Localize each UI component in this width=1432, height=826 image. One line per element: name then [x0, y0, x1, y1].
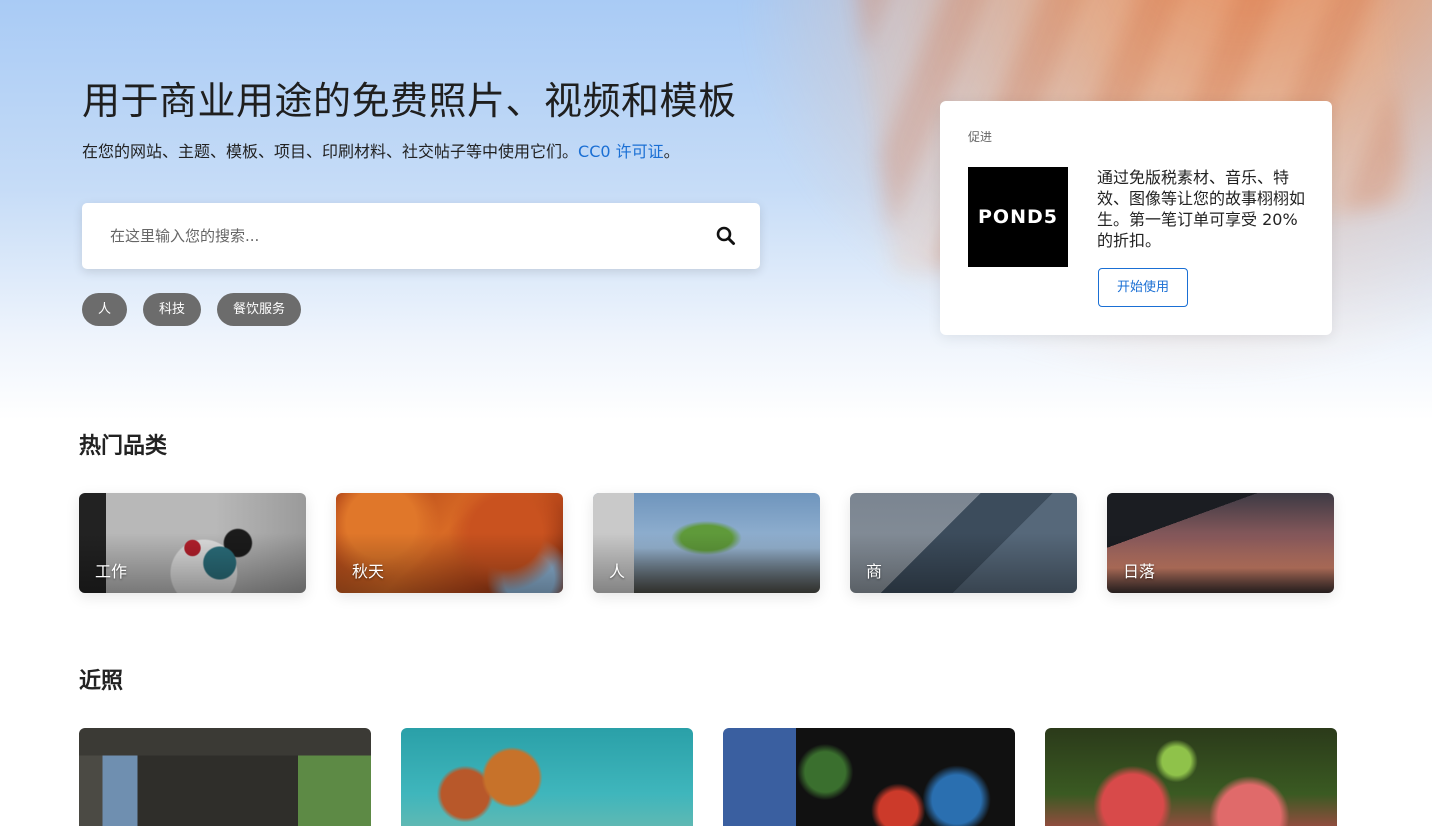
category-row: 工作 秋天 人 商 日落	[79, 493, 1334, 593]
search-button[interactable]	[714, 224, 738, 248]
recent-photo-fabrics[interactable]	[723, 728, 1015, 826]
category-label: 人	[609, 562, 626, 581]
license-link[interactable]: CC0 许可证	[578, 142, 664, 161]
category-card-people[interactable]: 人	[593, 493, 820, 593]
promo-label: 促进	[968, 130, 993, 144]
hero-subtitle-end: 。	[663, 142, 680, 161]
tag-chips: 人 科技 餐饮服务	[82, 293, 302, 326]
chip-food-service[interactable]: 餐饮服务	[217, 293, 302, 326]
search-bar	[82, 203, 760, 269]
chip-people[interactable]: 人	[82, 293, 128, 326]
category-shade	[850, 493, 1077, 593]
chip-technology[interactable]: 科技	[143, 293, 202, 326]
recent-photo-flowers[interactable]	[401, 728, 693, 826]
category-card-business[interactable]: 商	[850, 493, 1077, 593]
hero-title: 用于商业用途的免费照片、视频和模板	[82, 79, 737, 123]
promo-card: 促进 POND5 通过免版税素材、音乐、特效、图像等让您的故事栩栩如生。第一笔订…	[940, 101, 1332, 335]
get-started-button[interactable]: 开始使用	[1098, 268, 1188, 307]
category-label: 日落	[1123, 562, 1156, 581]
search-icon	[716, 226, 735, 245]
pond5-logo[interactable]: POND5	[968, 167, 1068, 267]
category-card-sunset[interactable]: 日落	[1107, 493, 1334, 593]
popular-categories-title: 热门品类	[79, 434, 168, 459]
promo-text: 通过免版税素材、音乐、特效、图像等让您的故事栩栩如生。第一笔订单可享受 20% …	[1097, 168, 1306, 250]
hero-subtitle: 在您的网站、主题、模板、项目、印刷材料、社交帖子等中使用它们。CC0 许可证。	[82, 138, 680, 162]
category-shade	[593, 493, 820, 593]
category-card-autumn[interactable]: 秋天	[336, 493, 563, 593]
category-label: 商	[866, 562, 883, 581]
recent-photo-red-leaves[interactable]	[1045, 728, 1337, 826]
search-input[interactable]	[110, 203, 690, 269]
recent-photos-title: 近照	[79, 669, 124, 694]
category-card-work[interactable]: 工作	[79, 493, 306, 593]
category-label: 秋天	[352, 562, 385, 581]
hero-section: 用于商业用途的免费照片、视频和模板 在您的网站、主题、模板、项目、印刷材料、社交…	[0, 0, 1432, 420]
category-label: 工作	[95, 562, 128, 581]
hero-subtitle-text: 在您的网站、主题、模板、项目、印刷材料、社交帖子等中使用它们。	[82, 142, 579, 161]
recent-photos-row	[79, 728, 1337, 826]
recent-photo-elevated-track[interactable]	[79, 728, 371, 826]
